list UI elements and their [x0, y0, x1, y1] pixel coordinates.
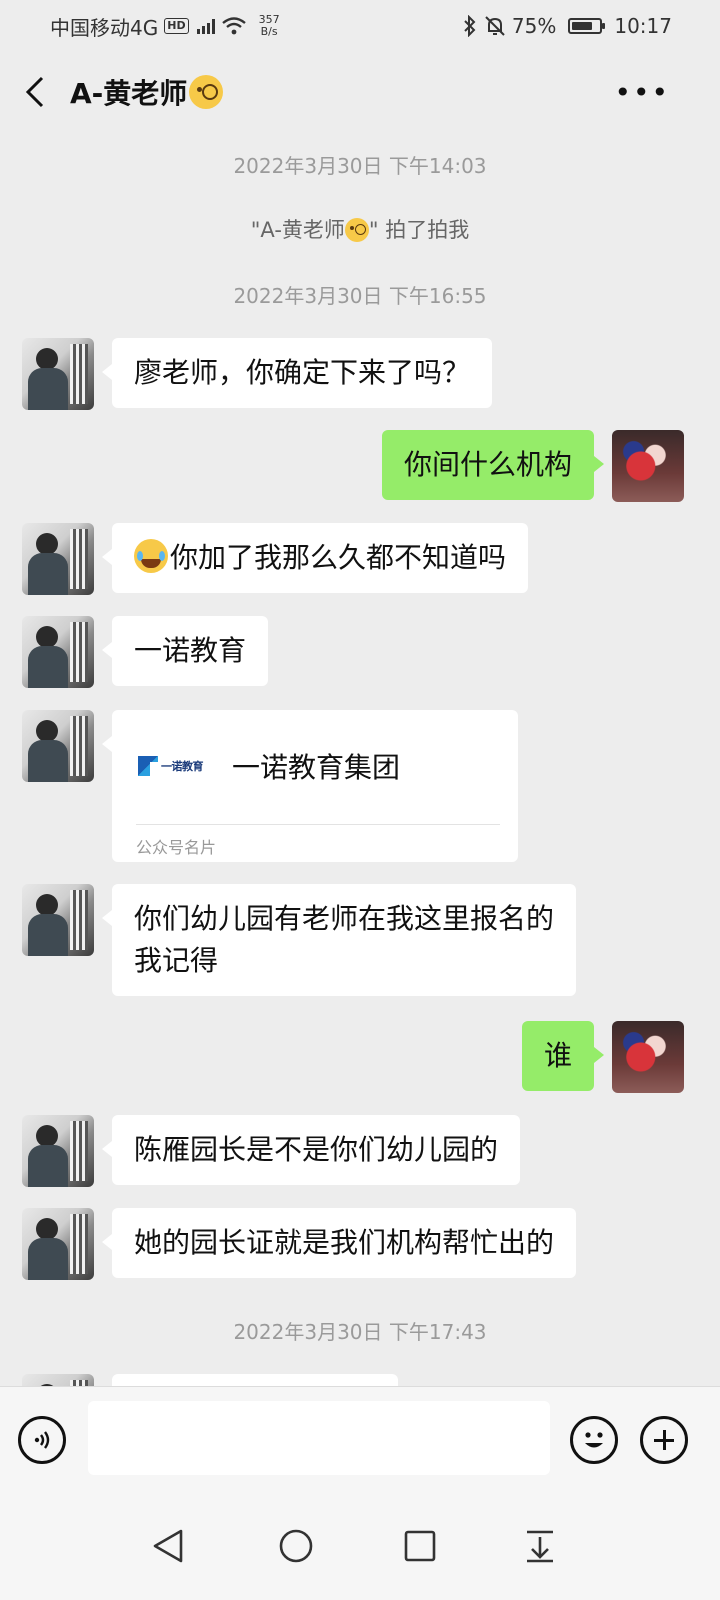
status-bar: 中国移动4G HD 357 B/s 75% 10:17 — [0, 0, 720, 52]
bluetooth-icon — [464, 15, 476, 37]
emoji-icon — [585, 1432, 603, 1448]
input-bar — [0, 1386, 720, 1492]
pat-notice-prefix: "A-黄老师 — [250, 218, 345, 242]
hd-badge: HD — [164, 18, 189, 34]
more-options-button[interactable]: ••• — [614, 76, 670, 109]
emoji-button[interactable] — [570, 1416, 618, 1464]
message-input[interactable] — [88, 1401, 550, 1475]
plus-button[interactable] — [640, 1416, 688, 1464]
chat-title: A-黄老师 — [70, 72, 224, 112]
logo-mark — [138, 756, 158, 776]
face-with-monocle-icon — [344, 218, 369, 242]
nav-back-button[interactable] — [142, 1520, 194, 1572]
chat-header: A-黄老师 ••• — [0, 52, 720, 132]
chevron-left-icon — [25, 76, 44, 108]
net-speed-unit: B/s — [260, 25, 278, 38]
chat-title-text: A-黄老师 — [70, 77, 188, 110]
avatar[interactable] — [22, 338, 94, 410]
nav-pulldown-button[interactable] — [514, 1520, 566, 1572]
voice-icon — [34, 1431, 50, 1449]
avatar[interactable] — [22, 710, 94, 782]
nav-back-icon — [153, 1529, 183, 1563]
brand-logo: 一诺教育 — [138, 754, 214, 778]
timestamp: 2022年3月30日 下午16:55 — [233, 284, 487, 308]
clock: 10:17 — [614, 14, 672, 38]
status-right: 75% 10:17 — [462, 14, 672, 38]
face-with-monocle-icon — [189, 75, 224, 109]
tears-of-joy-icon — [134, 539, 168, 573]
avatar[interactable] — [612, 1021, 684, 1093]
card-divider — [136, 824, 500, 825]
logo-text: 一诺教育 — [161, 760, 204, 773]
status-left: 中国移动4G HD 357 B/s — [50, 12, 280, 41]
avatar[interactable] — [22, 523, 94, 595]
avatar[interactable] — [612, 430, 684, 502]
message-list[interactable]: 2022年3月30日 下午14:03 "A-黄老师 " 拍了拍我 2022年3月3… — [0, 132, 720, 1414]
signal-icon — [196, 18, 215, 34]
pat-notice: "A-黄老师 " 拍了拍我 — [0, 214, 720, 244]
message-bubble[interactable]: 她的园长证就是我们机构帮忙出的 — [101, 1208, 577, 1278]
message-bubble[interactable]: 你们幼儿园有老师在我这里报名的 我记得 — [101, 884, 577, 996]
pat-notice-suffix: " 拍了拍我 — [368, 218, 470, 242]
nav-pulldown-icon — [527, 1530, 553, 1563]
official-account-card[interactable]: 一诺教育 一诺教育集团 公众号名片 — [102, 710, 518, 862]
message-bubble[interactable]: 谁 — [521, 1021, 605, 1091]
battery-percent: 75% — [511, 14, 557, 38]
nav-recents-button[interactable] — [394, 1520, 446, 1572]
message-bubble[interactable]: 你加了我那么久都不知道吗 — [101, 523, 529, 593]
card-name: 一诺教育集团 — [232, 751, 401, 784]
battery-icon — [568, 18, 606, 34]
net-speed: 357 B/s — [259, 14, 280, 38]
timestamp: 2022年3月30日 下午17:43 — [233, 1320, 487, 1344]
back-button[interactable] — [0, 52, 70, 132]
timestamp: 2022年3月30日 下午14:03 — [233, 154, 487, 178]
message-bubble[interactable]: 廖老师，你确定下来了吗？ — [101, 338, 493, 408]
message-bubble[interactable]: 陈雁园长是不是你们幼儿园的 — [101, 1115, 521, 1185]
wifi-icon — [221, 17, 246, 35]
avatar[interactable] — [22, 1208, 94, 1280]
voice-button[interactable] — [18, 1416, 66, 1464]
mute-bell-icon — [485, 16, 505, 36]
avatar[interactable] — [22, 1115, 94, 1187]
message-text: 你加了我那么久都不知道吗 — [170, 541, 507, 574]
avatar[interactable] — [22, 884, 94, 956]
carrier-label: 中国移动4G — [50, 15, 159, 40]
nav-home-icon — [279, 1529, 313, 1563]
card-type-label: 公众号名片 — [136, 838, 217, 857]
avatar[interactable] — [22, 616, 94, 688]
battery-fill — [572, 22, 593, 30]
message-bubble[interactable]: 一诺教育 — [101, 616, 269, 686]
nav-home-button[interactable] — [270, 1520, 322, 1572]
message-bubble[interactable]: 你间什么机构 — [381, 430, 605, 500]
nav-recents-icon — [404, 1530, 436, 1562]
system-nav-bar — [0, 1492, 720, 1600]
